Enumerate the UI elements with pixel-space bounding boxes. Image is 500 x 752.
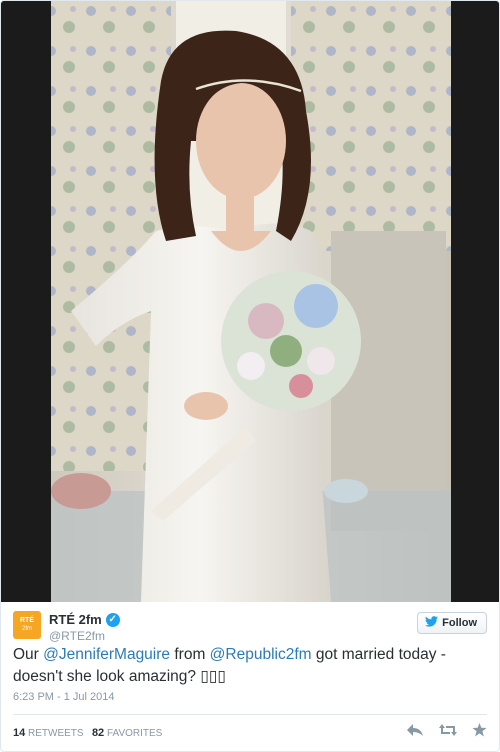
retweets-count[interactable]: 14 [13, 727, 25, 739]
embedded-tweet-card: RTÉ 2fm RTÉ 2fm ✓ @RTE2fm Follow Our @Je… [0, 0, 500, 752]
tweet-actions [406, 723, 487, 742]
divider [13, 714, 487, 715]
favorites-count[interactable]: 82 [92, 727, 104, 739]
retweets-label[interactable]: RETWEETS [28, 728, 84, 739]
emoji-placeholder: ▯▯▯ [200, 668, 226, 685]
tweet-stats: 14 RETWEETS 82 FAVORITES [13, 727, 162, 739]
author-name[interactable]: RTÉ 2fm [49, 612, 102, 627]
favorite-icon[interactable] [472, 723, 487, 742]
avatar-line-2: 2fm [21, 626, 32, 632]
author-name-row[interactable]: RTÉ 2fm ✓ [49, 612, 120, 627]
tweet-photo[interactable] [1, 1, 499, 602]
reply-icon[interactable] [406, 723, 424, 742]
tweet-timestamp[interactable]: 6:23 PM - 1 Jul 2014 [13, 691, 115, 703]
follow-label: Follow [442, 617, 477, 629]
verified-badge-icon: ✓ [105, 612, 120, 627]
avatar-line-1: RTÉ [20, 617, 34, 624]
twitter-bird-icon [425, 616, 439, 630]
tweet-text-part-2: from [170, 646, 210, 663]
mention-link-2[interactable]: @Republic2fm [210, 646, 312, 663]
author-avatar[interactable]: RTÉ 2fm [13, 611, 41, 639]
tweet-text-part-1: Our [13, 646, 44, 663]
favorites-label[interactable]: FAVORITES [107, 728, 162, 739]
bride-photo-illustration [51, 1, 451, 602]
retweet-icon[interactable] [438, 723, 458, 742]
tweet-text: Our @JenniferMaguire from @Republic2fm g… [13, 644, 483, 688]
tweet-header: RTÉ 2fm RTÉ 2fm ✓ @RTE2fm Follow [13, 611, 487, 647]
author-handle[interactable]: @RTE2fm [49, 629, 105, 643]
mention-link-1[interactable]: @JenniferMaguire [43, 646, 170, 663]
follow-button[interactable]: Follow [417, 612, 487, 634]
